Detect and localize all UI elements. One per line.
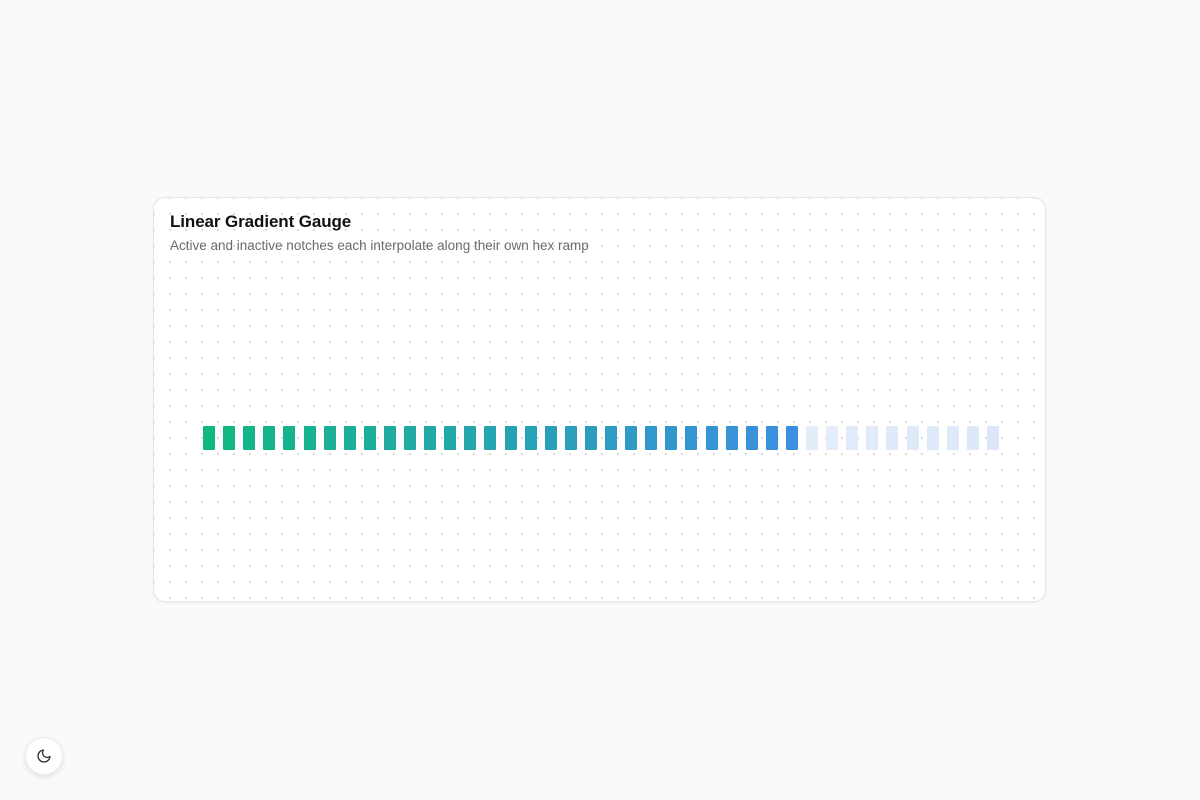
gauge-notch-inactive: [986, 426, 999, 450]
gauge-card: Linear Gradient Gauge Active and inactiv…: [153, 197, 1046, 602]
gauge-notch-active: [544, 426, 557, 450]
gauge-notch-active: [705, 426, 718, 450]
gauge-notch-active: [564, 426, 577, 450]
gauge-notch-active: [524, 426, 537, 450]
gauge-notch-active: [725, 426, 738, 450]
gauge-notch-active: [243, 426, 256, 450]
gauge-notch-active: [665, 426, 678, 450]
gauge-notch-active: [464, 426, 477, 450]
gauge-notch-active: [765, 426, 778, 450]
gauge-notch-active: [223, 426, 236, 450]
gauge-notch-active: [685, 426, 698, 450]
gauge-notch-active: [203, 426, 215, 450]
gauge-notch-active: [383, 426, 396, 450]
gauge-notch-active: [303, 426, 316, 450]
gauge-notch-inactive: [846, 426, 859, 450]
linear-gradient-gauge: [203, 426, 1003, 450]
gauge-notch-active: [444, 426, 457, 450]
theme-toggle-button[interactable]: [25, 737, 63, 775]
gauge-notch-inactive: [866, 426, 879, 450]
gauge-notch-active: [785, 426, 798, 450]
gauge-notch-active: [484, 426, 497, 450]
gauge-notch-inactive: [946, 426, 959, 450]
gauge-notch-active: [645, 426, 658, 450]
gauge-notch-inactive: [906, 426, 919, 450]
card-subtitle: Active and inactive notches each interpo…: [170, 238, 589, 253]
gauge-notch-inactive: [966, 426, 979, 450]
gauge-notch-active: [745, 426, 758, 450]
gauge-notch-inactive: [886, 426, 899, 450]
gauge-notch-active: [263, 426, 276, 450]
gauge-notch-active: [424, 426, 437, 450]
gauge-notch-inactive: [926, 426, 939, 450]
gauge-notch-active: [363, 426, 376, 450]
gauge-notch-active: [343, 426, 356, 450]
gauge-notch-active: [404, 426, 416, 450]
gauge-notch-active: [605, 426, 617, 450]
gauge-notch-active: [504, 426, 517, 450]
gauge-notch-active: [625, 426, 638, 450]
gauge-notch-active: [323, 426, 336, 450]
card-title: Linear Gradient Gauge: [170, 212, 352, 231]
gauge-notch-active: [584, 426, 597, 450]
moon-icon: [36, 748, 52, 764]
gauge-notch-inactive: [826, 426, 839, 450]
gauge-notch-active: [283, 426, 296, 450]
gauge-notch-inactive: [806, 426, 818, 450]
